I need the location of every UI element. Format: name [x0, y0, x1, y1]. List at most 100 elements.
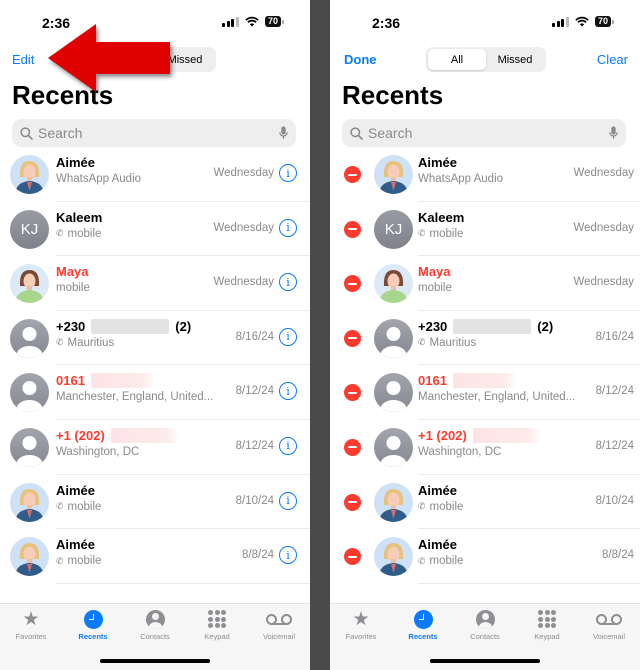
- microphone-icon[interactable]: [279, 126, 288, 140]
- call-row[interactable]: KJ Kaleem ✆ mobile Wednesday: [330, 202, 640, 257]
- segment-all[interactable]: All: [428, 49, 486, 70]
- caller-name: Aimée: [418, 155, 458, 170]
- segment-missed[interactable]: Missed: [486, 49, 544, 70]
- avatar: [374, 373, 413, 413]
- call-date: Wednesday: [573, 167, 634, 179]
- caller-name: Kaleem: [56, 209, 103, 225]
- info-icon[interactable]: i: [279, 546, 297, 565]
- info-icon[interactable]: i: [279, 273, 297, 292]
- call-row[interactable]: Aimée ✆ mobile 8/10/24: [330, 475, 640, 530]
- call-row[interactable]: 0161 Manchester, England, United... 8/12/2…: [330, 365, 640, 420]
- delete-minus-icon[interactable]: [344, 548, 361, 566]
- call-date: 8/10/24: [235, 494, 274, 507]
- call-date: Wednesday: [213, 221, 274, 234]
- segment-missed[interactable]: Missed: [156, 49, 214, 70]
- call-type: mobile: [429, 227, 464, 240]
- avatar: [10, 427, 49, 467]
- call-date: 8/8/24: [602, 549, 634, 562]
- search-input[interactable]: Search: [342, 119, 626, 147]
- tab-keypad[interactable]: Keypad: [516, 604, 578, 644]
- caller-name: +1 (202): [418, 427, 467, 443]
- info-icon[interactable]: i: [279, 218, 297, 237]
- contact-photo: [379, 270, 408, 304]
- clear-button[interactable]: Clear: [597, 52, 628, 67]
- redacted-number: [91, 318, 170, 334]
- tab-favorites[interactable]: ★ Favorites: [330, 604, 392, 644]
- edit-button[interactable]: Edit: [12, 52, 34, 67]
- outgoing-call-icon: ✆: [418, 501, 426, 512]
- tab-contacts[interactable]: Contacts: [454, 604, 516, 644]
- search-icon: [20, 126, 33, 140]
- call-row[interactable]: Aimée ✆ mobile 8/10/24 i: [0, 475, 310, 530]
- tab-voicemail[interactable]: Voicemail: [248, 604, 310, 644]
- delete-minus-icon[interactable]: [344, 166, 361, 183]
- info-icon[interactable]: i: [279, 327, 297, 346]
- call-row[interactable]: KJ Kaleem ✆ mobile Wednesday i: [0, 202, 310, 257]
- call-count: (2): [175, 318, 192, 334]
- call-row[interactable]: Aimée WhatsApp Audio Wednesday: [330, 147, 640, 202]
- info-icon[interactable]: i: [279, 164, 297, 182]
- contact-icon: [475, 609, 495, 629]
- call-row[interactable]: +230 (2) ✆ Mauritius 8/16/24: [330, 311, 640, 366]
- battery-level: 70: [594, 16, 611, 27]
- home-indicator[interactable]: [100, 659, 210, 663]
- tab-recents[interactable]: Recents: [62, 604, 124, 644]
- call-date: Wednesday: [573, 276, 634, 289]
- wifi-icon: [245, 16, 259, 27]
- tab-label: Contacts: [140, 632, 170, 641]
- tab-favorites[interactable]: ★ Favorites: [0, 604, 62, 644]
- home-indicator[interactable]: [430, 659, 540, 663]
- caller-name: 0161: [56, 373, 85, 389]
- microphone-icon[interactable]: [609, 126, 618, 140]
- avatar: [374, 318, 413, 358]
- delete-minus-icon[interactable]: [344, 329, 361, 347]
- call-row[interactable]: Maya mobile Wednesday: [330, 256, 640, 311]
- call-row[interactable]: +1 (202) Washington, DC 8/12/24: [330, 420, 640, 475]
- tab-recents[interactable]: Recents: [392, 604, 454, 644]
- search-input[interactable]: Search: [12, 119, 296, 147]
- page-title: Recents: [12, 80, 114, 110]
- call-row[interactable]: Aimée ✆ mobile 8/8/24 i: [0, 529, 310, 584]
- tab-label: Keypad: [204, 632, 230, 641]
- call-row[interactable]: +1 (202) Washington, DC 8/12/24 i: [0, 420, 310, 475]
- call-type: WhatsApp Audio: [418, 173, 504, 185]
- caller-name: Maya: [418, 264, 451, 280]
- contact-photo: [15, 270, 44, 304]
- delete-minus-icon[interactable]: [344, 384, 361, 402]
- tab-label: Recents: [408, 632, 438, 641]
- info-icon[interactable]: i: [279, 491, 297, 510]
- info-icon[interactable]: i: [279, 436, 297, 455]
- call-row[interactable]: 0161 Manchester, England, United... 8/12/2…: [0, 365, 310, 420]
- avatar: [10, 155, 49, 194]
- delete-minus-icon[interactable]: [344, 438, 361, 456]
- delete-minus-icon[interactable]: [344, 220, 361, 238]
- tab-contacts[interactable]: Contacts: [124, 604, 186, 644]
- call-row[interactable]: +230 (2) ✆ Mauritius 8/16/24 i: [0, 311, 310, 366]
- tab-keypad[interactable]: Keypad: [186, 604, 248, 644]
- segment-all[interactable]: All: [98, 49, 156, 70]
- person-icon: [16, 326, 43, 358]
- search-placeholder: Search: [368, 125, 413, 141]
- call-row[interactable]: Maya mobile Wednesday i: [0, 256, 310, 311]
- tab-label: Contacts: [470, 632, 500, 641]
- call-type: WhatsApp Audio: [56, 173, 142, 185]
- delete-minus-icon[interactable]: [344, 275, 361, 293]
- done-button[interactable]: Done: [344, 52, 377, 67]
- delete-minus-icon[interactable]: [344, 493, 361, 511]
- tab-label: Recents: [78, 632, 108, 641]
- call-row[interactable]: Aimée ✆ mobile 8/8/24: [330, 529, 640, 584]
- voicemail-icon: [596, 613, 622, 625]
- info-icon[interactable]: i: [279, 382, 297, 401]
- call-date: 8/8/24: [242, 549, 274, 562]
- battery-icon: 70: [264, 16, 284, 27]
- contact-photo: [15, 488, 44, 522]
- outgoing-call-icon: ✆: [56, 228, 64, 239]
- outgoing-call-icon: ✆: [56, 337, 64, 348]
- call-date: 8/12/24: [235, 439, 274, 452]
- tab-voicemail[interactable]: Voicemail: [578, 604, 640, 644]
- avatar: [10, 482, 49, 522]
- keypad-icon: [538, 610, 556, 628]
- call-row[interactable]: Aimée WhatsApp Audio Wednesday i: [0, 147, 310, 202]
- row-divider: [56, 582, 310, 584]
- caller-name: 0161: [418, 373, 447, 389]
